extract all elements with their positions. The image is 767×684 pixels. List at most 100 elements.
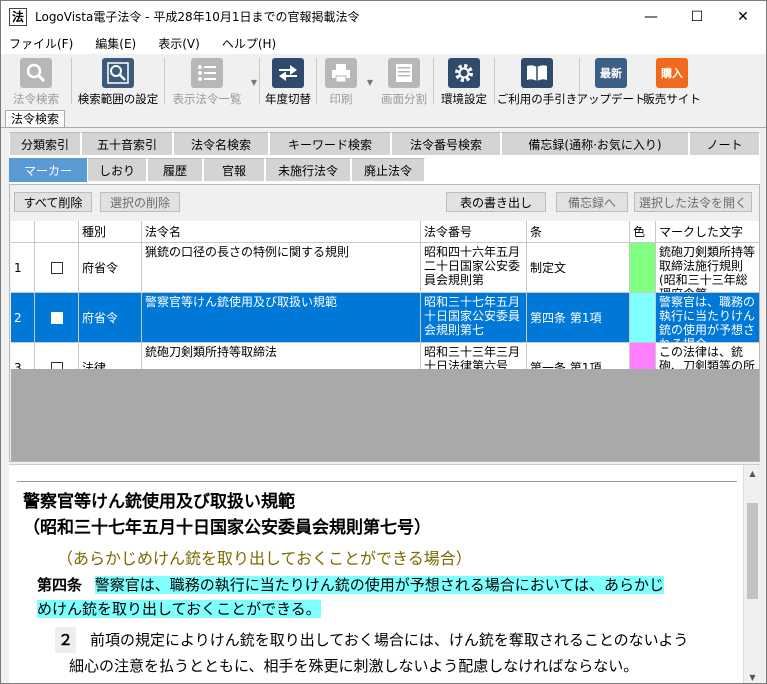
tab-category-index[interactable]: 分類索引 — [9, 132, 81, 156]
tab-row-2: マーカー しおり 履歴 官報 未施行法令 廃止法令 — [9, 158, 425, 182]
menu-edit[interactable]: 編集(E) — [95, 35, 136, 52]
column-header-law-number[interactable]: 法令番号 — [421, 221, 527, 242]
menu-help[interactable]: ヘルプ(H) — [222, 35, 276, 52]
column-header-color[interactable]: 色 — [630, 221, 656, 242]
table-row[interactable]: 1 府省令 猟銃の口径の長さの特例に関する規則 昭和四十六年五月二十日国家公安委… — [11, 243, 759, 293]
paragraph-continuation: 細心の注意を払うとともに、相手を殊更に刺激しないよう配慮しなければならない。 — [69, 657, 639, 675]
delete-selected-button[interactable]: 選択の削除 — [100, 192, 180, 212]
tab-row-1: 分類索引 五十音索引 法令名検索 キーワード検索 法令番号検索 備忘録(通称·お… — [9, 132, 760, 156]
row-checkbox[interactable] — [50, 311, 63, 324]
column-header-type[interactable]: 種別 — [79, 221, 142, 242]
search-tabs: 分類索引 五十音索引 法令名検索 キーワード検索 法令番号検索 備忘録(通称·お… — [9, 132, 760, 184]
scroll-up-arrow-icon[interactable]: ▲ — [744, 465, 760, 482]
tab-law-name-search[interactable]: 法令名検索 — [173, 132, 269, 156]
user-guide-button[interactable]: ご利用の手引き — [495, 54, 579, 108]
cell-marked-text: 警察官は、職務の執行に当たりけん銃の使用が予想される場合 — [656, 293, 759, 342]
table-header: 種別 法令名 法令番号 条 色 マークした文字 — [11, 221, 759, 243]
highlighted-text[interactable]: めけん銃を取り出しておくことができる。 — [37, 600, 321, 618]
update-icon: 最新 — [595, 58, 627, 88]
window-title: LogoVista電子法令 - 平成28年10月1日までの官報掲載法令 — [35, 10, 360, 24]
delete-all-button[interactable]: すべて削除 — [14, 192, 92, 212]
tab-syllabary-index[interactable]: 五十音索引 — [81, 132, 173, 156]
tab-marker[interactable]: マーカー — [9, 158, 87, 182]
menu-view[interactable]: 表示(V) — [158, 35, 200, 52]
law-text-content: 警察官等けん銃使用及び取扱い規範 （昭和三十七年五月十日国家公安委員会規則第七号… — [17, 487, 737, 679]
row-checkbox-cell — [35, 243, 79, 292]
split-screen-icon — [388, 58, 420, 88]
column-header-article[interactable]: 条 — [527, 221, 630, 242]
year-switch-button[interactable]: 年度切替 — [260, 54, 316, 108]
displayed-laws-list-button[interactable]: 表示法令一覧 — [165, 54, 249, 108]
tab-note[interactable]: ノート — [689, 132, 760, 156]
tab-official-gazette[interactable]: 官報 — [203, 158, 265, 182]
menu-file[interactable]: ファイル(F) — [9, 35, 73, 52]
add-to-memo-button[interactable]: 備忘録へ — [556, 192, 628, 212]
update-button[interactable]: 最新 アップデート — [577, 54, 646, 108]
cell-type: 府省令 — [79, 293, 142, 342]
list-icon — [191, 58, 223, 88]
close-button[interactable]: ✕ — [720, 1, 766, 32]
law-number: （昭和三十七年五月十日国家公安委員会規則第七号） — [23, 518, 431, 538]
row-checkbox-cell — [35, 293, 79, 342]
window-controls: — ☐ ✕ — [628, 1, 766, 32]
tab-bookmark[interactable]: しおり — [87, 158, 147, 182]
export-table-button[interactable]: 表の書き出し — [446, 192, 546, 212]
tab-memo[interactable]: 備忘録(通称·お気に入り) — [501, 132, 689, 156]
tab-law-number-search[interactable]: 法令番号検索 — [391, 132, 501, 156]
article-line: めけん銃を取り出しておくことができる。 — [37, 597, 737, 621]
toolbar: 法令検索 検索範囲の設定 表示法令一覧 ▼ 年度切替 印刷 ▼ 画面分割 環境設… — [1, 54, 766, 108]
print-button[interactable]: 印刷 — [317, 54, 365, 108]
cell-type: 府省令 — [79, 243, 142, 292]
panel-toolbar: すべて削除 選択の削除 表の書き出し 備忘録へ 選択した法令を開く — [10, 185, 759, 219]
table-empty-area — [11, 369, 759, 461]
split-screen-button[interactable]: 画面分割 — [375, 54, 433, 108]
law-text-pane: 警察官等けん銃使用及び取扱い規範 （昭和三十七年五月十日国家公安委員会規則第七号… — [9, 464, 760, 683]
column-header — [35, 221, 79, 242]
cell-article: 第四条 第1項 — [527, 293, 630, 342]
cell-law-number: 昭和四十六年五月二十日国家公安委員会規則第 — [421, 243, 527, 292]
scrollbar-thumb[interactable] — [747, 503, 758, 599]
vertical-scrollbar[interactable]: ▲ ▼ — [743, 465, 760, 683]
tab-history[interactable]: 履歴 — [147, 158, 203, 182]
title-bar: 法 LogoVista電子法令 - 平成28年10月1日までの官報掲載法令 — … — [1, 1, 766, 32]
app-logo-icon: 法 — [9, 7, 27, 26]
chevron-down-icon[interactable]: ▼ — [249, 54, 259, 87]
row-number: 2 — [11, 293, 35, 342]
printer-icon — [325, 58, 357, 88]
tab-keyword-search[interactable]: キーワード検索 — [269, 132, 391, 156]
chevron-down-icon[interactable]: ▼ — [365, 54, 375, 87]
preferences-button[interactable]: 環境設定 — [434, 54, 494, 108]
maximize-button[interactable]: ☐ — [674, 1, 720, 32]
minimize-button[interactable]: — — [628, 1, 674, 32]
column-header-marked-text[interactable]: マークした文字 — [656, 221, 759, 242]
law-search-button[interactable]: 法令検索 — [1, 54, 71, 108]
article-number: 第四条 — [37, 576, 83, 594]
tab-law-search-document[interactable]: 法令検索 — [5, 110, 66, 128]
table-row-selected[interactable]: 2 府省令 警察官等けん銃使用及び取扱い規範 昭和三十七年五月十日国家公安委員会… — [11, 293, 759, 343]
open-selected-law-button[interactable]: 選択した法令を開く — [634, 192, 752, 212]
swap-arrows-icon — [272, 58, 304, 88]
search-range-icon — [102, 58, 134, 88]
paragraph-text: 前項の規定によりけん銃を取り出しておく場合には、けん銃を奪取されることのないよう — [90, 631, 689, 649]
scroll-down-arrow-icon[interactable]: ▼ — [744, 669, 760, 683]
row-checkbox[interactable] — [50, 261, 63, 274]
book-icon — [521, 58, 553, 88]
magnifier-icon — [20, 58, 52, 88]
search-range-button[interactable]: 検索範囲の設定 — [72, 54, 164, 108]
gear-icon — [448, 58, 480, 88]
cell-article: 制定文 — [527, 243, 630, 292]
shop-site-button[interactable]: 購入 販売サイト — [642, 54, 702, 108]
cell-law-name: 警察官等けん銃使用及び取扱い規範 — [142, 293, 421, 342]
paragraph-number: ２ — [55, 627, 77, 653]
tab-abolished-laws[interactable]: 廃止法令 — [351, 158, 425, 182]
cell-law-number: 昭和三十七年五月十日国家公安委員会規則第七 — [421, 293, 527, 342]
tab-unenforced-laws[interactable]: 未施行法令 — [265, 158, 351, 182]
paragraph: ２ 前項の規定によりけん銃を取り出しておく場合には、けん銃を奪取されることのないよ… — [55, 627, 737, 653]
row-number: 1 — [11, 243, 35, 292]
divider — [1, 127, 766, 128]
divider — [17, 481, 737, 482]
highlighted-text[interactable]: 警察官は、職務の執行に当たりけん銃の使用が予想される場合においては、あらかじ — [94, 576, 665, 594]
column-header-law-name[interactable]: 法令名 — [142, 221, 421, 242]
cell-color-swatch — [630, 293, 656, 342]
cell-law-name: 猟銃の口径の長さの特例に関する規則 — [142, 243, 421, 292]
